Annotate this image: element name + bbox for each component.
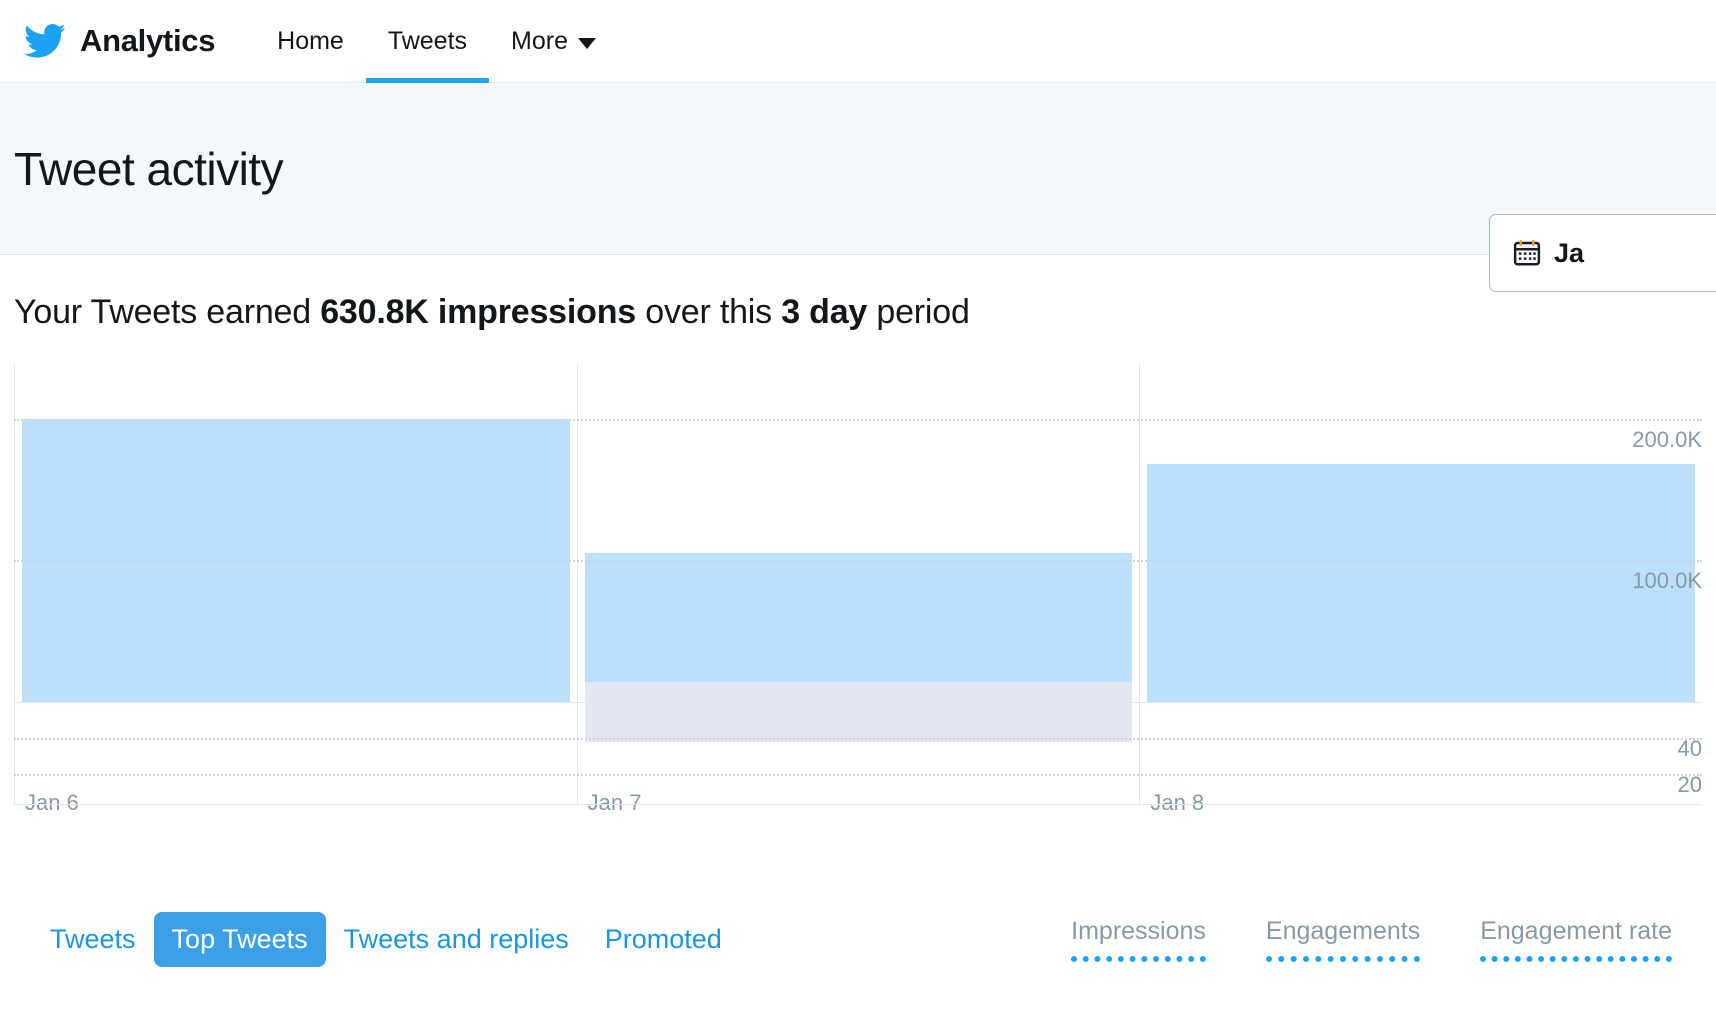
chart-gridline (14, 702, 1702, 703)
tweet-activity-chart: Jan 6 Jan 7 Jan 8 200.0K 100.0K 40 20 (14, 364, 1702, 815)
filter-tab-tweets[interactable]: Tweets (32, 912, 154, 967)
impressions-bar[interactable] (1147, 463, 1696, 702)
twitter-bird-icon (24, 23, 66, 58)
impressions-bar[interactable] (584, 553, 1133, 702)
filter-tab-top-tweets[interactable]: Top Tweets (153, 912, 326, 967)
chart-gridline (14, 804, 1702, 805)
filter-tab-promoted[interactable]: Promoted (587, 912, 740, 967)
chart-x-axis-label: Jan 7 (587, 790, 642, 815)
nav-item-home-label: Home (277, 26, 344, 55)
chart-gridline (14, 774, 1702, 776)
chart-x-axis-label: Jan 6 (25, 790, 79, 815)
calendar-icon (1513, 239, 1541, 266)
summary-prefix: Your Tweets earned (14, 293, 321, 331)
nav-items: Home Tweets More (255, 0, 618, 83)
chart-plot-area: Jan 6 Jan 7 Jan 8 200.0K 100.0K 40 20 (14, 364, 1702, 815)
metric-engagements[interactable]: Engagements (1265, 917, 1421, 962)
metric-label: Engagement rate (1480, 917, 1672, 945)
top-navbar: Analytics Home Tweets More (0, 0, 1716, 83)
metric-label: Engagements (1265, 917, 1421, 945)
metric-label: Impressions (1071, 917, 1206, 945)
metric-underline (1480, 956, 1672, 962)
nav-item-tweets[interactable]: Tweets (365, 0, 490, 83)
bottom-toolbar: Tweets Top Tweets Tweets and replies Promot… (0, 862, 1716, 1017)
page-title: Tweet activity (14, 142, 284, 195)
chart-x-axis-label: Jan 8 (1150, 790, 1205, 815)
chart-secondary-axis-tick: 40 (1677, 736, 1702, 761)
summary-period: 3 day (781, 293, 868, 331)
chart-y-axis-tick: 200.0K (1632, 426, 1702, 452)
metric-engagement-rate[interactable]: Engagement rate (1480, 917, 1672, 962)
summary-impressions: 630.8K impressions (320, 293, 636, 331)
metric-legend: Impressions Engagements Engagement rate (1071, 917, 1684, 962)
chevron-down-icon (578, 37, 596, 49)
engagements-bar[interactable] (584, 682, 1133, 742)
page-header: Tweet activity Ja (0, 83, 1716, 292)
summary-line: Your Tweets earned 630.8K impressions ov… (0, 255, 1716, 332)
chart-secondary-axis-tick: 20 (1677, 772, 1702, 797)
metric-impressions[interactable]: Impressions (1071, 917, 1206, 962)
date-range-label: Ja (1554, 237, 1585, 268)
metric-underline (1071, 956, 1206, 962)
chart-gridline (14, 738, 1702, 740)
summary-middle: over this (635, 293, 782, 331)
tweet-filter-tabs: Tweets Top Tweets Tweets and replies Promot… (32, 912, 740, 967)
brand-logo[interactable]: Analytics (24, 20, 215, 62)
nav-item-more[interactable]: More (489, 0, 618, 83)
metric-underline (1265, 956, 1421, 962)
summary-suffix: period (867, 293, 970, 331)
date-range-picker-button[interactable]: Ja (1489, 214, 1716, 292)
brand-name: Analytics (80, 23, 216, 58)
nav-item-more-label: More (511, 26, 568, 55)
nav-item-tweets-label: Tweets (387, 26, 468, 55)
chart-gridline (14, 418, 1702, 421)
filter-tab-tweets-and-replies[interactable]: Tweets and replies (326, 912, 587, 967)
nav-item-home[interactable]: Home (255, 0, 366, 83)
chart-gridline (14, 560, 1702, 563)
chart-y-axis-tick: 100.0K (1632, 568, 1702, 594)
